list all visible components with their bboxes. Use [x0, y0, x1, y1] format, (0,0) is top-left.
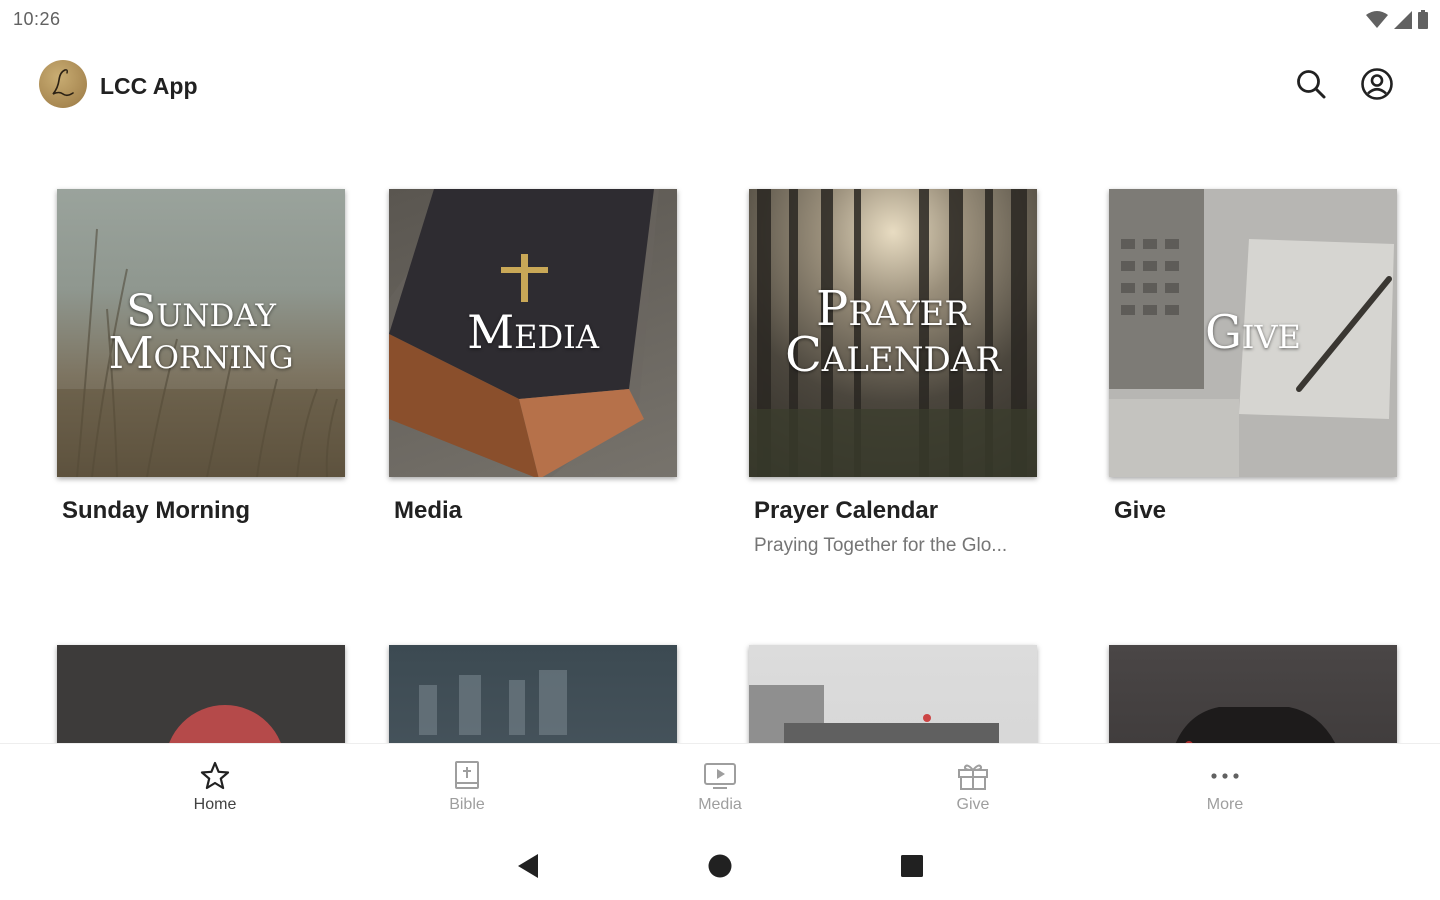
tile-title: Give: [1114, 497, 1167, 524]
account-button[interactable]: [1357, 64, 1397, 104]
app-logo[interactable]: [39, 60, 87, 108]
home-circle-icon: [708, 854, 732, 878]
tile-sunday-morning[interactable]: Sunday Morning Sunday Morning: [57, 189, 345, 525]
search-button[interactable]: [1291, 64, 1331, 104]
nav-give[interactable]: Give: [913, 744, 1033, 828]
tile-title: Prayer Calendar: [754, 497, 939, 524]
logo-monogram-icon: [52, 69, 74, 97]
bottom-navigation: Home Bible Media Give More: [0, 743, 1440, 827]
tile-give[interactable]: Give Give: [1109, 189, 1397, 525]
tile-image: Give: [1109, 189, 1397, 477]
tile-image-text: Give: [1205, 305, 1301, 360]
laptop-graphic: [749, 685, 999, 743]
status-time: 10:26: [13, 9, 61, 29]
media-icon: [703, 760, 737, 792]
tile-row2-2[interactable]: [389, 645, 677, 743]
back-button[interactable]: [511, 849, 545, 883]
tile-row2-1[interactable]: [57, 645, 345, 743]
nav-label: Media: [698, 796, 742, 813]
nav-home[interactable]: Home: [155, 744, 275, 828]
app-title: LCC App: [100, 73, 198, 99]
recents-square-icon: [901, 855, 923, 877]
tile-image: Media: [389, 189, 677, 477]
nav-media[interactable]: Media: [660, 744, 780, 828]
band-stage-graphic: [419, 670, 567, 735]
app-bar: LCC App: [0, 52, 1440, 118]
wifi-icon: [1366, 10, 1388, 34]
nav-label: Give: [956, 796, 990, 813]
bible-icon: [454, 760, 480, 792]
status-bar: 10:26: [0, 0, 1440, 38]
back-triangle-icon: [518, 854, 538, 878]
tile-image-text: Prayer Calendar: [785, 281, 1001, 383]
search-icon: [1297, 70, 1326, 99]
battery-icon: [1418, 10, 1428, 34]
camera-graphic: [1175, 707, 1336, 743]
home-button[interactable]: [703, 849, 737, 883]
tile-image: Prayer Calendar: [749, 189, 1037, 477]
home-content[interactable]: Sunday Morning Sunday Morning Media Medi…: [0, 118, 1440, 743]
tile-row2-4[interactable]: [1109, 645, 1397, 743]
status-icons: [1366, 10, 1428, 34]
nav-more[interactable]: More: [1165, 744, 1285, 828]
tile-image: [389, 645, 677, 743]
nav-label: Bible: [449, 796, 485, 813]
tile-image: [57, 645, 345, 743]
recents-button[interactable]: [895, 849, 929, 883]
tile-image-text: Media: [467, 305, 599, 360]
red-circle-graphic: [169, 705, 281, 743]
tile-row2-3[interactable]: [749, 645, 1037, 743]
tile-title: Sunday Morning: [62, 497, 250, 524]
tile-image: [749, 645, 1037, 743]
gift-icon: [957, 760, 989, 792]
star-icon: [200, 760, 230, 792]
nav-label: Home: [193, 796, 237, 813]
nav-label: More: [1206, 796, 1244, 813]
tile-image: Sunday Morning: [57, 189, 345, 477]
signal-icon: [1394, 10, 1412, 34]
system-navigation-bar: [0, 827, 1440, 900]
tile-image-text: Sunday Morning: [108, 286, 294, 379]
more-icon: [1210, 760, 1240, 792]
account-icon: [1361, 68, 1393, 100]
nav-bible[interactable]: Bible: [407, 744, 527, 828]
tile-prayer-calendar[interactable]: Prayer Calendar Prayer Calendar Praying …: [749, 189, 1037, 557]
tile-media[interactable]: Media Media: [389, 189, 677, 525]
tile-title: Media: [394, 497, 463, 524]
tile-subtitle: Praying Together for the Glo...: [754, 535, 1008, 556]
tile-image: [1109, 645, 1397, 743]
